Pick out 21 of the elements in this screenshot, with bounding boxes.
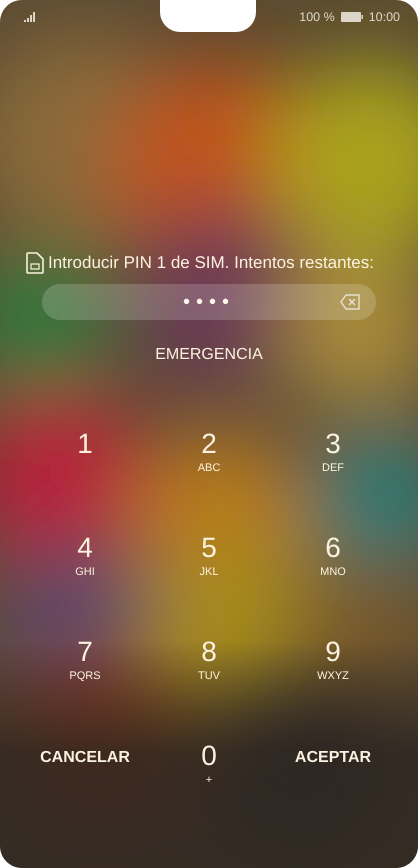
keypad-key[interactable]: 7 PQRS [23,636,147,700]
clock: 10:00 [368,10,400,24]
emergency-button[interactable]: EMERGENCIA [151,344,267,366]
backspace-icon[interactable] [340,294,360,310]
battery-percent: 100 % [299,10,335,24]
action-button[interactable]: CANCELAR [34,744,136,772]
keypad-key[interactable]: 3 DEF [271,428,395,492]
keypad-key[interactable]: 0 + [147,740,271,804]
sim-card-icon [26,252,44,274]
pin-prompt: Introducir PIN 1 de SIM. Intentos restantes: [48,253,374,273]
keypad-key[interactable]: 6 MNO [271,532,395,596]
battery-icon [340,12,363,22]
keypad-key[interactable]: 1 [23,428,147,492]
keypad-key[interactable]: 2 ABC [147,428,271,492]
keypad-key[interactable]: 9 WXYZ [271,636,395,700]
keypad-key[interactable]: 8 TUV [147,636,271,700]
keypad-key[interactable]: 4 GHI [23,532,147,596]
keypad-key[interactable]: 5 JKL [147,532,271,596]
signal-icon [24,12,36,22]
pin-field[interactable]: •••• [42,284,376,320]
action-button[interactable]: ACEPTAR [288,744,378,772]
